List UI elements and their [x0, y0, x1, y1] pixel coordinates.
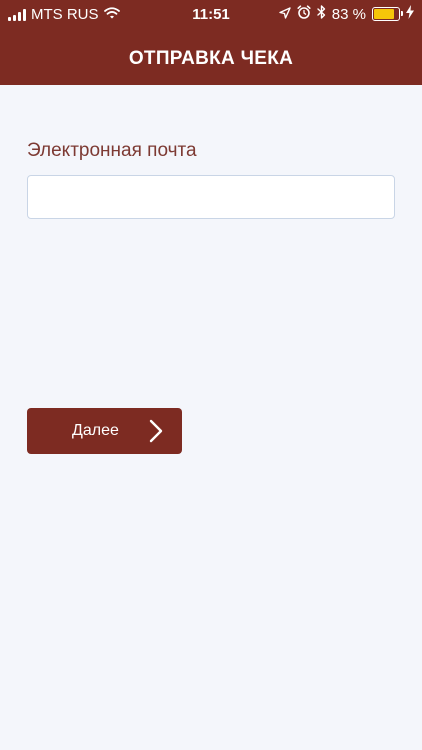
battery-icon — [372, 7, 403, 21]
charging-bolt-icon — [406, 5, 414, 23]
email-label: Электронная почта — [27, 140, 197, 161]
next-button-label: Далее — [72, 422, 119, 439]
alarm-clock-icon — [297, 5, 311, 23]
top-bar: MTS RUS 11:51 83 % ОТПРАВКА ЧЕКА — [0, 0, 422, 85]
email-field[interactable] — [27, 175, 395, 219]
status-bar: MTS RUS 11:51 83 % — [0, 0, 422, 30]
bluetooth-icon — [317, 5, 326, 23]
page-title: ОТПРАВКА ЧЕКА — [128, 48, 294, 69]
battery-percent: 83 % — [331, 5, 366, 23]
status-right: 83 % — [279, 5, 414, 23]
next-button[interactable]: Далее — [27, 408, 182, 454]
location-arrow-icon — [279, 6, 291, 23]
chevron-right-icon — [149, 419, 163, 448]
